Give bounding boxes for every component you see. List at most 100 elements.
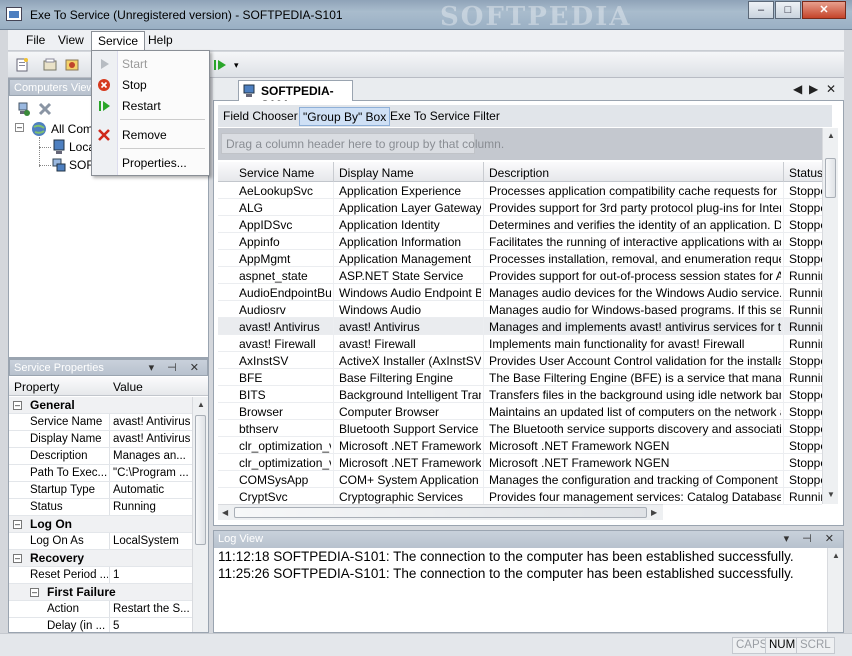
- install-icon[interactable]: [64, 57, 80, 73]
- tree-collapse-toggle[interactable]: –: [15, 123, 24, 132]
- service-row[interactable]: bthserv Bluetooth Support Service The Blue…: [218, 420, 822, 437]
- tab-scroll-left-icon[interactable]: ◀: [793, 82, 802, 96]
- property-row[interactable]: Startup Type Automatic: [9, 482, 192, 499]
- grid-vertical-scrollbar[interactable]: ▲ ▼: [822, 128, 838, 504]
- property-row[interactable]: Log On As LocalSystem: [9, 533, 192, 550]
- menu-file[interactable]: File: [20, 33, 51, 47]
- property-value[interactable]: Running: [113, 501, 191, 513]
- scroll-up-icon[interactable]: ▲: [827, 131, 835, 140]
- menu-view[interactable]: View: [52, 33, 90, 47]
- service-row[interactable]: AudioEndpointBui... Windows Audio Endpoin…: [218, 284, 822, 301]
- add-computer-icon[interactable]: [15, 101, 31, 117]
- log-scrollbar[interactable]: ▲: [827, 548, 843, 632]
- service-row[interactable]: AxInstSV ActiveX Installer (AxInstSV) Prov…: [218, 352, 822, 369]
- property-value[interactable]: 1: [113, 569, 191, 581]
- scroll-left-icon[interactable]: ◀: [222, 508, 228, 517]
- service-row[interactable]: AppMgmt Application Management Processes i…: [218, 250, 822, 267]
- menu-properties[interactable]: Properties...: [122, 156, 187, 170]
- service-row[interactable]: AeLookupSvc Application Experience Process…: [218, 182, 822, 199]
- value-column-header[interactable]: Value: [113, 380, 143, 394]
- tab-scroll-right-icon[interactable]: ▶: [809, 82, 818, 96]
- grid-horizontal-scrollbar[interactable]: ◀ ▶: [218, 504, 663, 520]
- new-icon[interactable]: [14, 57, 30, 73]
- collapse-toggle-icon[interactable]: –: [13, 554, 22, 563]
- property-row[interactable]: Delay (in ... 5: [9, 618, 192, 632]
- group-by-box[interactable]: Drag a column header here to group by th…: [218, 128, 822, 160]
- service-row[interactable]: aspnet_state ASP.NET State Service Provide…: [218, 267, 822, 284]
- column-header-service-name[interactable]: Service Name: [239, 166, 314, 180]
- property-value[interactable]: Automatic: [113, 484, 191, 496]
- menu-stop[interactable]: Stop: [122, 78, 147, 92]
- tab-field-chooser[interactable]: Field Chooser: [220, 107, 301, 126]
- maximize-button[interactable]: □: [775, 1, 801, 19]
- service-row[interactable]: CryptSvc Cryptographic Services Provides f…: [218, 488, 822, 505]
- property-value[interactable]: Manages an...: [113, 450, 191, 462]
- property-value[interactable]: Restart the S...: [113, 603, 191, 615]
- service-row[interactable]: Audiosrv Windows Audio Manages audio for W…: [218, 301, 822, 318]
- menu-help[interactable]: Help: [142, 33, 179, 47]
- toolbar-overflow-icon[interactable]: ▾: [234, 60, 250, 76]
- cell-service-name: avast! Antivirus: [239, 320, 320, 334]
- scroll-thumb[interactable]: [234, 507, 647, 518]
- service-row[interactable]: clr_optimization_v... Microsoft .NET Fram…: [218, 454, 822, 471]
- properties-scrollbar[interactable]: ▲: [192, 397, 208, 632]
- column-header-status[interactable]: Status: [789, 166, 823, 180]
- service-row[interactable]: Browser Computer Browser Maintains an upda…: [218, 403, 822, 420]
- scroll-thumb[interactable]: [825, 158, 836, 198]
- menu-service[interactable]: Service: [91, 31, 146, 51]
- scroll-thumb[interactable]: [195, 415, 206, 545]
- property-value[interactable]: LocalSystem: [113, 535, 191, 547]
- tab-softpedia-s101[interactable]: SOFTPEDIA-S101: [238, 80, 353, 112]
- service-row[interactable]: Appinfo Application Information Facilitate…: [218, 233, 822, 250]
- scroll-up-icon[interactable]: ▲: [197, 400, 205, 409]
- panel-controls-icon[interactable]: ▾ ⊣ ✕: [784, 531, 839, 547]
- title-bar[interactable]: SOFTPEDIA Exe To Service (Unregistered v…: [0, 0, 852, 32]
- column-header-description[interactable]: Description: [489, 166, 549, 180]
- property-row[interactable]: Status Running: [9, 499, 192, 516]
- tab-close-icon[interactable]: ✕: [826, 82, 836, 96]
- property-value[interactable]: 5: [113, 620, 191, 632]
- property-row[interactable]: Reset Period ... 1: [9, 567, 192, 584]
- start-toolbar-icon[interactable]: [212, 57, 228, 73]
- property-row[interactable]: Path To Exec... "C:\Program ...: [9, 465, 192, 482]
- property-category[interactable]: – First Failure: [9, 584, 192, 601]
- column-header-display-name[interactable]: Display Name: [339, 166, 414, 180]
- service-row[interactable]: BFE Base Filtering Engine The Base Filteri…: [218, 369, 822, 386]
- service-row[interactable]: BITS Background Intelligent Tran... Transf…: [218, 386, 822, 403]
- collapse-toggle-icon[interactable]: –: [13, 520, 22, 529]
- property-category[interactable]: – General: [9, 397, 192, 414]
- tab-group-by-box[interactable]: "Group By" Box: [299, 107, 391, 126]
- scroll-right-icon[interactable]: ▶: [651, 508, 657, 517]
- scroll-down-icon[interactable]: ▼: [827, 490, 835, 499]
- service-row[interactable]: ALG Application Layer Gateway ... Provides…: [218, 199, 822, 216]
- menu-remove[interactable]: Remove: [122, 128, 167, 142]
- scroll-up-icon[interactable]: ▲: [832, 551, 840, 560]
- property-category[interactable]: – Log On: [9, 516, 192, 533]
- tree-node-softpedia[interactable]: SOF: [69, 158, 94, 172]
- panel-controls-icon[interactable]: ▾ ⊣ ✕: [149, 360, 204, 377]
- property-row[interactable]: Description Manages an...: [9, 448, 192, 465]
- collapse-toggle-icon[interactable]: –: [13, 401, 22, 410]
- property-value[interactable]: "C:\Program ...: [113, 467, 191, 479]
- remove-computer-icon[interactable]: [37, 101, 53, 117]
- property-row[interactable]: Service Name avast! Antivirus: [9, 414, 192, 431]
- open-icon[interactable]: [42, 57, 58, 73]
- tab-exe-to-service-filter[interactable]: Exe To Service Filter: [387, 107, 503, 126]
- property-row[interactable]: Action Restart the S...: [9, 601, 192, 618]
- close-button[interactable]: ✕: [802, 1, 846, 19]
- property-category[interactable]: – Recovery: [9, 550, 192, 567]
- menu-start[interactable]: Start: [122, 57, 147, 71]
- service-row[interactable]: COMSysApp COM+ System Application Manages …: [218, 471, 822, 488]
- property-value[interactable]: avast! Antivirus: [113, 416, 191, 428]
- service-row[interactable]: clr_optimization_v... Microsoft .NET Fram…: [218, 437, 822, 454]
- property-value[interactable]: avast! Antivirus: [113, 433, 191, 445]
- property-row[interactable]: Display Name avast! Antivirus: [9, 431, 192, 448]
- service-row[interactable]: avast! Antivirus avast! Antivirus Manages …: [218, 318, 822, 335]
- collapse-toggle-icon[interactable]: –: [30, 588, 39, 597]
- property-column-header[interactable]: Property: [14, 380, 59, 394]
- tree-node-all-computers[interactable]: All Com: [51, 122, 93, 136]
- minimize-button[interactable]: –: [748, 1, 774, 19]
- service-row[interactable]: avast! Firewall avast! Firewall Implements…: [218, 335, 822, 352]
- menu-restart[interactable]: Restart: [122, 99, 161, 113]
- service-row[interactable]: AppIDSvc Application Identity Determines a…: [218, 216, 822, 233]
